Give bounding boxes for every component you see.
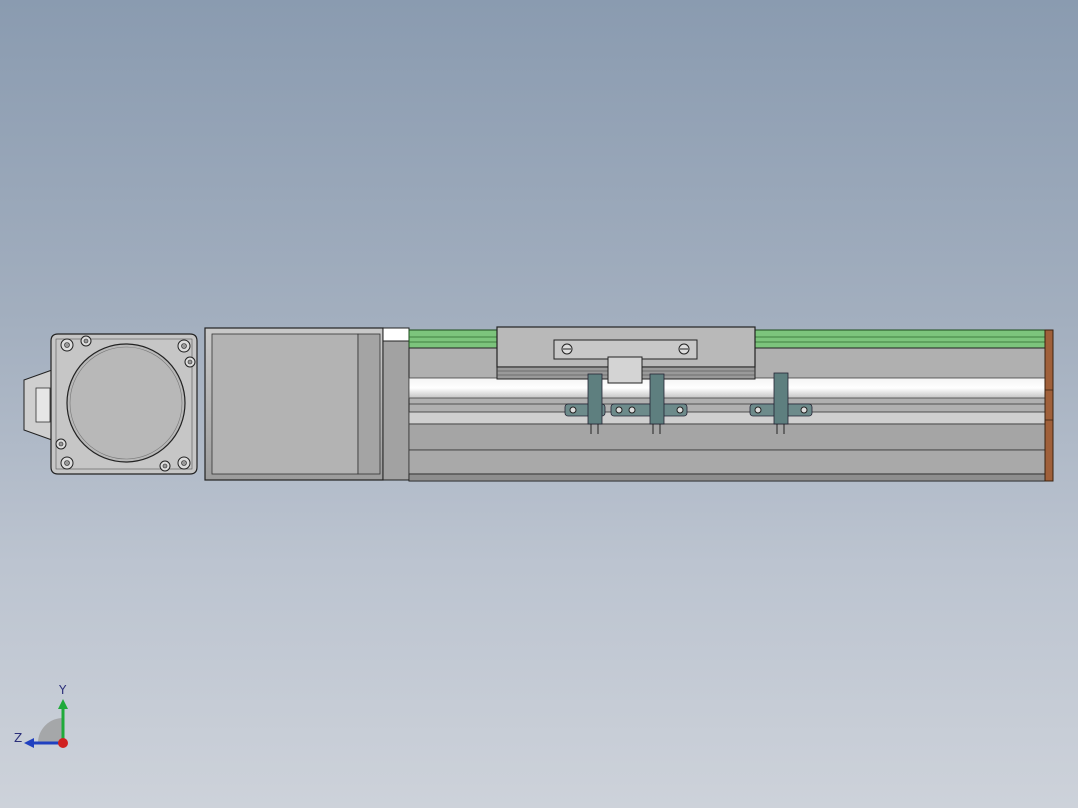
linear-actuator-model[interactable] [0, 0, 1078, 808]
z-axis-label: Z [14, 731, 23, 745]
graphics-viewport[interactable]: Y Z [0, 0, 1078, 808]
end-cap [1044, 329, 1054, 482]
x-axis-dot-icon [58, 738, 68, 748]
motor-flange[interactable] [204, 327, 384, 481]
motor-connector [23, 369, 53, 441]
coupling-housing [382, 327, 410, 481]
carriage[interactable] [496, 326, 756, 384]
axis-triad: Y Z [10, 683, 80, 755]
stepper-motor[interactable] [50, 333, 198, 475]
triad-plane-icon [38, 718, 63, 743]
y-axis-label: Y [59, 683, 67, 697]
